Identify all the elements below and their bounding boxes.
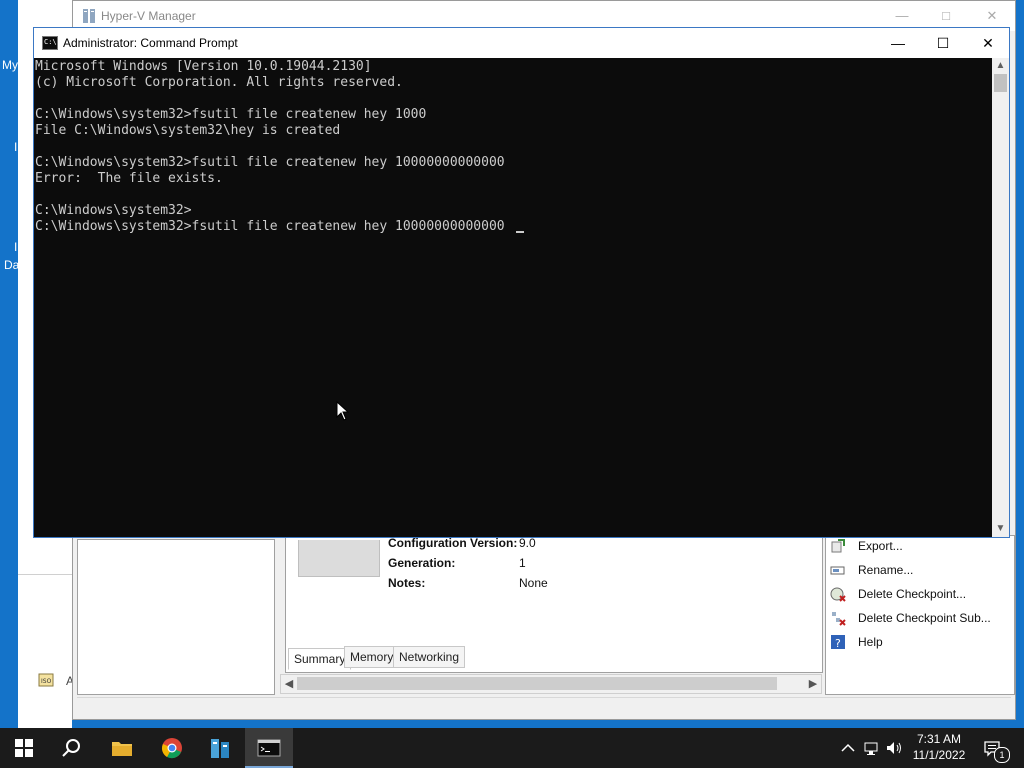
taskbar-chrome[interactable] xyxy=(148,728,196,768)
detail-label: Configuration Version: xyxy=(388,536,518,550)
console-line: Error: The file exists. xyxy=(35,171,223,186)
show-hidden-icons-chevron-icon[interactable] xyxy=(838,738,858,758)
svg-text:ISO: ISO xyxy=(41,678,52,685)
vm-details-pane: Configuration Version: 9.0 Generation: 1… xyxy=(285,536,823,673)
console-line: Microsoft Windows [Version 10.0.19044.21… xyxy=(35,59,372,74)
scroll-down-arrow-icon[interactable]: ▼ xyxy=(992,521,1009,537)
scroll-up-arrow-icon[interactable]: ▲ xyxy=(992,58,1009,74)
console-output[interactable]: Microsoft Windows [Version 10.0.19044.21… xyxy=(34,58,994,537)
tab-memory[interactable]: Memory xyxy=(344,646,400,668)
windows-logo-icon xyxy=(15,739,33,757)
delete-subtree-icon xyxy=(832,612,846,626)
cmd-minimize-button[interactable]: — xyxy=(875,28,921,58)
console-line: C:\Windows\system32>fsutil file createne… xyxy=(35,107,427,122)
start-button[interactable] xyxy=(0,728,48,768)
hyperv-app-icon xyxy=(211,739,229,758)
rename-icon xyxy=(830,566,845,575)
hyperv-window-title: Hyper-V Manager xyxy=(101,9,196,23)
search-button[interactable] xyxy=(48,728,96,768)
scroll-left-arrow-icon[interactable]: ◀ xyxy=(281,675,297,693)
hyperv-maximize-button[interactable]: □ xyxy=(935,5,957,27)
hyperv-close-button[interactable]: ✕ xyxy=(981,5,1003,27)
hyperv-status-bar xyxy=(77,697,1011,716)
network-icon[interactable] xyxy=(862,738,882,758)
volume-icon[interactable] xyxy=(884,738,904,758)
scrollbar-thumb[interactable] xyxy=(297,677,777,690)
console-line: (c) Microsoft Corporation. All rights re… xyxy=(35,75,403,90)
details-horizontal-scrollbar[interactable]: ◀ ▶ xyxy=(280,674,822,694)
hyperv-minimize-button[interactable]: — xyxy=(891,5,913,27)
tab-networking[interactable]: Networking xyxy=(393,646,466,668)
console-line: File C:\Windows\system32\hey is created xyxy=(35,123,341,138)
command-prompt-window: C:\ Administrator: Command Prompt — ☐ ✕ … xyxy=(33,27,1010,538)
clock-date: 11/1/2022 xyxy=(912,748,966,762)
taskbar-file-explorer[interactable] xyxy=(98,728,146,768)
scroll-right-arrow-icon[interactable]: ▶ xyxy=(805,675,821,693)
detail-label: Notes: xyxy=(388,576,426,590)
taskbar-hyperv-manager[interactable] xyxy=(196,728,244,768)
clock-time: 7:31 AM xyxy=(916,732,962,746)
cmd-title-bar[interactable]: C:\ Administrator: Command Prompt — ☐ ✕ xyxy=(34,28,1009,58)
desktop-icon-label[interactable]: I xyxy=(14,240,17,254)
search-icon xyxy=(62,739,80,757)
console-vertical-scrollbar[interactable]: ▲ ▼ xyxy=(992,58,1009,537)
svg-text:?: ? xyxy=(835,637,841,650)
vm-thumbnail xyxy=(298,540,380,577)
hyperv-navigation-pane[interactable] xyxy=(77,539,275,695)
console-line: C:\Windows\system32>fsutil file createne… xyxy=(35,155,505,170)
notification-count-badge: 1 xyxy=(994,747,1010,763)
desktop-icon-label[interactable]: My xyxy=(2,58,18,72)
command-prompt-icon xyxy=(257,739,281,757)
desktop-icon-label[interactable]: I xyxy=(14,140,17,154)
actions-pane: Export... Rename... Delete Checkpoint...… xyxy=(825,535,1015,695)
taskbar: 7:31 AM 11/1/2022 1 xyxy=(0,728,1024,768)
taskbar-command-prompt[interactable] xyxy=(245,728,293,768)
cmd-window-title: Administrator: Command Prompt xyxy=(63,36,238,50)
system-clock[interactable]: 7:31 AM 11/1/2022 xyxy=(908,731,970,763)
cmd-app-icon: C:\ xyxy=(42,36,58,50)
mouse-pointer-icon xyxy=(336,401,349,421)
folder-icon xyxy=(112,742,132,756)
detail-value: 1 xyxy=(519,556,526,570)
chrome-icon xyxy=(162,738,182,759)
tab-summary[interactable]: Summary xyxy=(288,648,352,670)
delete-checkpoint-icon xyxy=(830,587,846,602)
export-icon xyxy=(831,539,845,553)
detail-value: None xyxy=(519,576,548,590)
desktop-icon-label[interactable]: Da xyxy=(4,258,19,272)
cmd-maximize-button[interactable]: ☐ xyxy=(920,28,966,58)
detail-value: 9.0 xyxy=(519,536,536,550)
detail-label: Generation: xyxy=(388,556,456,570)
help-icon: ? xyxy=(831,635,845,650)
console-scrollbar-thumb[interactable] xyxy=(994,74,1007,92)
console-text-cursor xyxy=(516,231,524,233)
console-current-input-line: C:\Windows\system32>fsutil file createne… xyxy=(35,219,505,234)
cmd-close-button[interactable]: ✕ xyxy=(965,28,1011,58)
console-line: C:\Windows\system32> xyxy=(35,203,192,218)
hyperv-app-icon xyxy=(83,9,95,23)
iso-file-icon[interactable]: ISO xyxy=(38,672,54,691)
